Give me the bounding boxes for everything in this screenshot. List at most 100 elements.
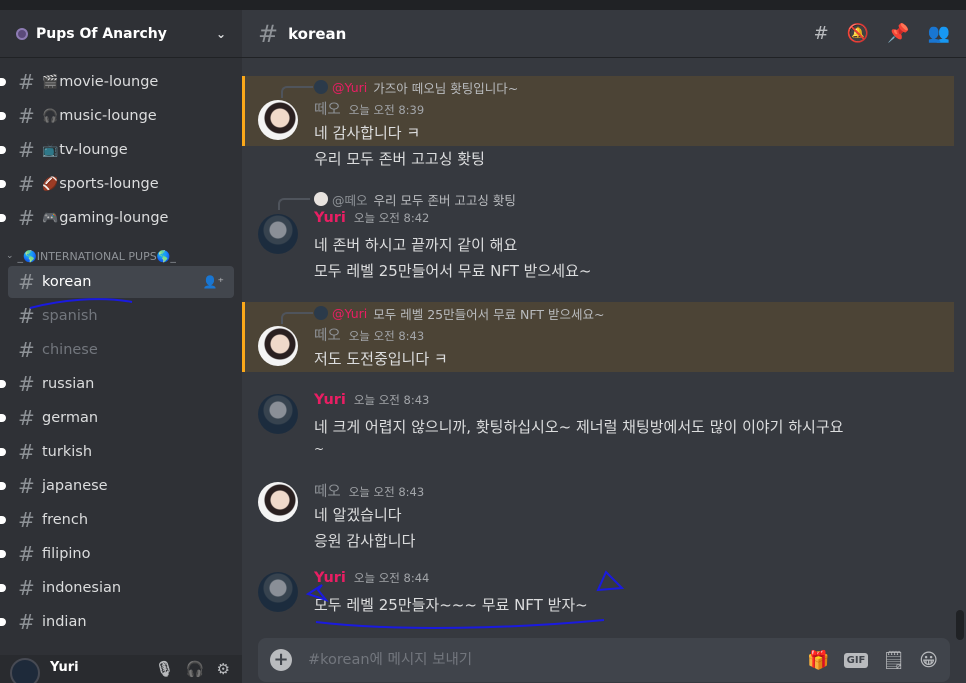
user-name: Yuri [50, 659, 79, 675]
channel-list: # 🎬 movie-lounge # 🎧 music-lounge # 📺 tv-loung… [0, 58, 242, 638]
channel-tv-lounge[interactable]: # 📺 tv-lounge [0, 134, 234, 166]
reply-reference[interactable]: @Yuri 모두 레벨 25만들어서 무료 NFT 받으세요~ [281, 302, 942, 324]
message-text: 응원 감사합니다 [314, 532, 416, 550]
channel-chinese[interactable]: # chinese [8, 334, 234, 366]
gif-button[interactable]: GIF [843, 652, 869, 668]
channel-music-lounge[interactable]: # 🎧 music-lounge [0, 100, 234, 132]
reply-reference[interactable]: @Yuri 가즈아 떼오님 홧팅입니다~ [281, 76, 942, 98]
channel-indian[interactable]: # indian [0, 606, 234, 638]
message-composer: + 🎁 GIF 🗒 😀 [258, 638, 950, 682]
reply-author[interactable]: @떼오 [332, 190, 368, 209]
hash-icon: # [18, 372, 35, 396]
scrollbar-thumb[interactable] [956, 610, 964, 640]
channel-label: french [42, 512, 89, 528]
server-icon [16, 27, 28, 40]
channel-german[interactable]: # german [0, 402, 234, 434]
avatar[interactable] [258, 214, 298, 254]
reply-text: 모두 레벨 25만들어서 무료 NFT 받으세요~ [373, 306, 605, 322]
message-item[interactable]: @떼오 우리 모두 존버 고고싱 홧팅 Yuri 오늘 오전 8:42 네 존버… [242, 188, 954, 288]
channel-sports-lounge[interactable]: # 🏈 sports-lounge [0, 168, 234, 200]
message-text: 모두 레벨 25만들어서 무료 NFT 받으세요~ [314, 262, 592, 280]
avatar[interactable] [258, 482, 298, 522]
emoji-icon[interactable]: 😀 [919, 650, 938, 671]
hash-icon: # [18, 206, 35, 230]
channel-label: korean [42, 274, 92, 290]
unread-indicator [0, 618, 6, 626]
unread-indicator [0, 516, 6, 524]
server-header[interactable]: Pups Of Anarchy ⌄ [0, 10, 242, 58]
channel-french[interactable]: # french [0, 504, 234, 536]
channel-turkish[interactable]: # turkish [0, 436, 234, 468]
unread-indicator [0, 414, 6, 422]
avatar[interactable] [10, 658, 40, 683]
microphone-icon[interactable]: 🎙 [155, 660, 174, 678]
sticker-icon[interactable]: 🗒 [882, 650, 905, 671]
message-text: 저도 도전중입니다 ㅋ [314, 350, 448, 368]
message-author[interactable]: 떼오 [314, 324, 341, 345]
channel-title: korean [288, 24, 347, 43]
hash-icon: # [18, 542, 35, 566]
channel-emoji: 🎮 [42, 210, 59, 226]
message-author[interactable]: Yuri [314, 210, 346, 226]
reply-author[interactable]: @Yuri [332, 306, 367, 321]
pin-icon[interactable]: 📌 [887, 23, 909, 44]
message-item[interactable]: Yuri 오늘 오전 8:44 모두 레벨 25만들자~~~ 무료 NFT 받자… [242, 570, 954, 620]
message-timestamp: 오늘 오전 8:42 [353, 211, 430, 225]
add-attachment-button[interactable]: + [270, 649, 292, 671]
hash-icon: # [18, 70, 35, 94]
channel-spanish[interactable]: # spanish [8, 300, 234, 332]
channel-label: indian [42, 614, 87, 630]
avatar[interactable] [258, 100, 298, 140]
channel-emoji: 🏈 [42, 176, 59, 192]
category-international-pups[interactable]: ⌄ _🌎INTERNATIONAL PUPS🌎_ [0, 236, 242, 264]
message-item[interactable]: 떼오 오늘 오전 8:43 네 알겠습니다 응원 감사합니다 [242, 480, 954, 556]
reply-text: 가즈아 떼오님 홧팅입니다~ [373, 80, 519, 96]
message-author[interactable]: Yuri [314, 392, 346, 408]
reply-spine [281, 86, 313, 98]
chat-main: # korean # 🔕 📌 👥 @Yuri 가즈아 떼오님 홧팅입니다~ 떼오… [242, 10, 966, 683]
channel-korean[interactable]: # korean 👤⁺ [8, 266, 234, 298]
gift-icon[interactable]: 🎁 [807, 650, 829, 671]
channel-gaming-lounge[interactable]: # 🎮 gaming-lounge [0, 202, 234, 234]
hash-icon: # [258, 19, 279, 48]
message-author[interactable]: Yuri [314, 570, 346, 586]
hash-icon: # [18, 270, 35, 294]
message-author[interactable]: 떼오 [314, 480, 341, 501]
channel-russian[interactable]: # russian [0, 368, 234, 400]
reply-text: 우리 모두 존버 고고싱 홧팅 [373, 192, 516, 208]
avatar[interactable] [258, 394, 298, 434]
headphones-icon[interactable]: 🎧 [186, 660, 205, 678]
hash-icon: # [18, 338, 35, 362]
channel-indonesian[interactable]: # indonesian [0, 572, 234, 604]
gear-icon[interactable]: ⚙ [217, 660, 230, 678]
message-timestamp: 오늘 오전 8:43 [348, 329, 425, 343]
channel-japanese[interactable]: # japanese [0, 470, 234, 502]
message-item[interactable]: @Yuri 가즈아 떼오님 홧팅입니다~ 떼오 오늘 오전 8:39 네 감사합… [242, 76, 954, 168]
channel-label: german [42, 410, 99, 426]
unread-indicator [0, 78, 6, 86]
notification-bell-muted-icon[interactable]: 🔕 [847, 23, 869, 44]
reply-reference[interactable]: @떼오 우리 모두 존버 고고싱 홧팅 [278, 188, 942, 210]
reply-author[interactable]: @Yuri [332, 80, 367, 95]
add-member-icon[interactable]: 👤⁺ [203, 275, 224, 289]
hash-icon: # [18, 104, 35, 128]
message-item[interactable]: @Yuri 모두 레벨 25만들어서 무료 NFT 받으세요~ 떼오 오늘 오전… [242, 302, 954, 372]
channel-emoji: 🎧 [42, 108, 59, 124]
window-top-strip [0, 0, 966, 10]
message-header: Yuri 오늘 오전 8:42 [314, 210, 942, 232]
message-author[interactable]: 떼오 [314, 98, 341, 119]
channel-label: filipino [42, 546, 91, 562]
threads-icon[interactable]: # [814, 23, 829, 44]
hash-icon: # [18, 508, 35, 532]
avatar[interactable] [258, 572, 298, 612]
message-item[interactable]: Yuri 오늘 오전 8:43 네 크게 어렵지 않으니까, 홧팅하십시오~ 제… [242, 392, 954, 464]
chevron-down-icon[interactable]: ⌄ [216, 27, 226, 41]
member-list-icon[interactable]: 👥 [928, 23, 950, 44]
channel-filipino[interactable]: # filipino [0, 538, 234, 570]
message-input[interactable] [308, 652, 808, 668]
avatar[interactable] [258, 326, 298, 366]
channel-movie-lounge[interactable]: # 🎬 movie-lounge [0, 66, 234, 98]
